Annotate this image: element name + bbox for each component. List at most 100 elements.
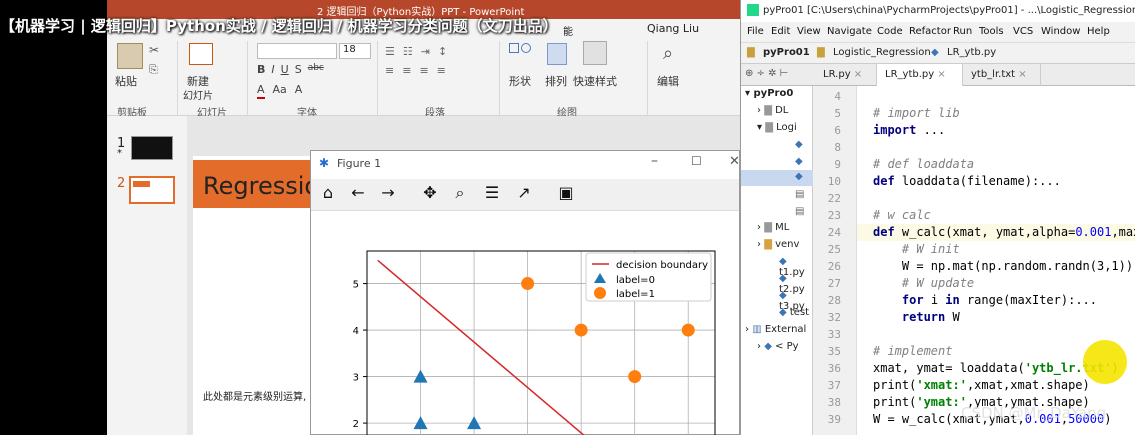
- strikethrough-button[interactable]: abc: [308, 63, 324, 79]
- code-line[interactable]: # w calc: [873, 208, 931, 222]
- line-spacing-icon[interactable]: ↕: [438, 45, 447, 58]
- code-line[interactable]: for i in range(maxIter):...: [873, 293, 1097, 307]
- code-line[interactable]: xmat, ymat= loaddata('ytb_lr.txt'): [873, 361, 1119, 375]
- cut-icon[interactable]: ✂: [149, 43, 159, 57]
- menu-vcs[interactable]: VCS: [1013, 26, 1033, 37]
- text-file-icon[interactable]: ▤: [795, 189, 804, 200]
- menu-edit[interactable]: Edit: [771, 26, 790, 37]
- code-line[interactable]: return W: [873, 310, 960, 324]
- paste-button[interactable]: 粘贴: [115, 73, 137, 89]
- font-color-button[interactable]: A: [257, 83, 265, 99]
- tab-lr-py[interactable]: LR.py ×: [815, 64, 877, 86]
- code-line[interactable]: def w_calc(xmat, ymat,alpha=0.001,maxI: [873, 225, 1135, 239]
- copy-icon[interactable]: ⎘: [149, 63, 158, 77]
- tree-item-dl[interactable]: › ▇ DL: [757, 105, 788, 116]
- tree-item-python-sdk[interactable]: › ◆ < Py: [757, 341, 799, 352]
- menu-view[interactable]: View: [797, 26, 821, 37]
- menu-window[interactable]: Window: [1041, 26, 1080, 37]
- menu-help[interactable]: Help: [1087, 26, 1110, 37]
- align-center-icon[interactable]: ≡: [402, 64, 411, 77]
- tree-item-logistic[interactable]: ▾ ▇ Logi: [757, 122, 797, 133]
- arrange-icon[interactable]: [547, 43, 567, 65]
- menu-code[interactable]: Code: [877, 26, 903, 37]
- line-number-gutter: 4 5 6 8 9 10 22 23 24 25 26 27 28 32 33 35 36 37 38 39: [813, 86, 857, 435]
- tree-item-venv[interactable]: › ▇ venv: [757, 239, 799, 250]
- justify-icon[interactable]: ≡: [437, 64, 446, 77]
- align-left-icon[interactable]: ≡: [385, 64, 394, 77]
- line-number: 9: [834, 158, 841, 171]
- project-tree: ▾ pyPro0 › ▇ DL ▾ ▇ Logi ◆ ◆ ◆ ▤ ▤ › ▇ M…: [741, 86, 813, 435]
- slide-thumbnails: 1 * 2: [107, 116, 187, 435]
- code-line[interactable]: # W init: [873, 242, 960, 256]
- divider: [499, 41, 500, 116]
- new-slide-icon[interactable]: [189, 43, 213, 65]
- menu-tools[interactable]: Tools: [979, 26, 1004, 37]
- shape-icon[interactable]: [509, 43, 535, 67]
- bullets-icon[interactable]: ☰: [385, 45, 395, 58]
- close-icon[interactable]: ✕: [729, 154, 740, 169]
- python-file-icon[interactable]: ◆: [795, 139, 803, 150]
- project-tool-icon[interactable]: ⊕ ÷ ✲ ⊢: [745, 68, 788, 79]
- slide-thumb-1[interactable]: [131, 136, 173, 160]
- italic-button[interactable]: I: [271, 63, 274, 79]
- code-line[interactable]: import ...: [873, 123, 945, 137]
- configure-icon[interactable]: ☰: [481, 183, 503, 202]
- numbering-icon[interactable]: ☷: [403, 45, 413, 58]
- underline-button[interactable]: U: [281, 63, 289, 79]
- y-tick-label: 4: [353, 326, 359, 337]
- minimize-icon[interactable]: –: [651, 153, 658, 169]
- back-icon[interactable]: ←: [347, 183, 369, 202]
- tree-item-external[interactable]: › ▥ External: [745, 324, 806, 335]
- forward-icon[interactable]: →: [377, 183, 399, 202]
- tab-lr-ytb-py[interactable]: LR_ytb.py ×: [877, 64, 963, 86]
- align-right-icon[interactable]: ≡: [419, 64, 428, 77]
- arrange-button[interactable]: 排列: [545, 73, 567, 89]
- code-line[interactable]: # W update: [873, 276, 974, 290]
- breadcrumb-folder[interactable]: Logistic_Regression: [833, 47, 931, 58]
- menu-refactor[interactable]: Refactor: [909, 26, 951, 37]
- code-line[interactable]: # import lib: [873, 106, 960, 120]
- find-icon[interactable]: ⌕: [663, 43, 673, 64]
- change-case-button[interactable]: Aa: [273, 83, 287, 99]
- bold-button[interactable]: B: [257, 63, 265, 79]
- pan-icon[interactable]: ✥: [419, 183, 441, 202]
- home-icon[interactable]: ⌂: [317, 183, 339, 202]
- font-name-select[interactable]: [257, 43, 337, 59]
- code-line[interactable]: W = np.mat(np.random.randn(3,1)): [873, 259, 1133, 273]
- quick-style-button[interactable]: 快速样式: [573, 73, 617, 89]
- menu-run[interactable]: Run: [953, 26, 972, 37]
- line-number: 35: [827, 345, 841, 358]
- code-editor[interactable]: # import lib import ... # def loaddata def …: [857, 86, 1135, 435]
- clear-format-button[interactable]: A: [295, 83, 303, 99]
- text-file-icon[interactable]: ▤: [795, 206, 804, 217]
- menu-navigate[interactable]: Navigate: [827, 26, 872, 37]
- tree-root[interactable]: ▾ pyPro0: [745, 88, 793, 99]
- paste-icon[interactable]: [117, 43, 143, 69]
- axes-edit-icon[interactable]: ↗: [513, 183, 535, 202]
- menu-file[interactable]: File: [747, 26, 764, 37]
- tree-item-test[interactable]: ◆ test: [779, 307, 809, 318]
- tab-ytb-lr-txt[interactable]: ytb_lr.txt ×: [963, 64, 1041, 86]
- edit-button[interactable]: 编辑: [657, 73, 679, 89]
- python-file-icon[interactable]: ◆: [795, 156, 803, 167]
- shadow-button[interactable]: S: [295, 63, 302, 79]
- code-line[interactable]: print('xmat:',xmat,xmat.shape): [873, 378, 1090, 392]
- code-line[interactable]: def loaddata(filename):...: [873, 174, 1061, 188]
- breadcrumb-file[interactable]: LR_ytb.py: [947, 47, 996, 58]
- y-tick-label: 3: [353, 373, 359, 384]
- shape-button[interactable]: 形状: [509, 73, 531, 89]
- save-icon[interactable]: ▣: [555, 183, 577, 202]
- tree-item-ml[interactable]: › ▇ ML: [757, 222, 789, 233]
- indent-icon[interactable]: ⇥: [421, 45, 430, 58]
- code-line[interactable]: # implement: [873, 344, 952, 358]
- new-slide-sub[interactable]: 幻灯片: [183, 87, 213, 102]
- maximize-icon[interactable]: ☐: [691, 154, 702, 168]
- python-file-icon: ◆: [795, 171, 803, 182]
- font-size-select[interactable]: 18: [339, 43, 371, 59]
- code-line[interactable]: # def loaddata: [873, 157, 974, 171]
- slide-thumb-2[interactable]: [129, 176, 175, 204]
- zoom-icon[interactable]: ⌕: [449, 183, 471, 203]
- breadcrumb-project[interactable]: pyPro01: [763, 47, 810, 58]
- y-ticks: 2 3 4 5: [353, 280, 367, 430]
- quick-style-icon[interactable]: [583, 41, 607, 65]
